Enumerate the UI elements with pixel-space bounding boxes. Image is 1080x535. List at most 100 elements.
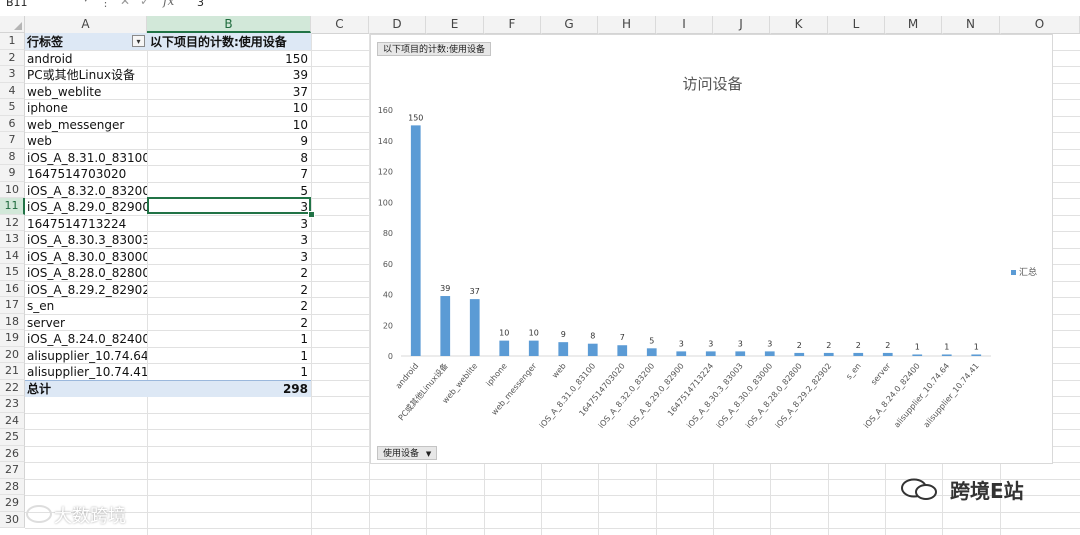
pivot-item-label[interactable]: iOS_A_8.29.2_82902	[27, 282, 147, 298]
row-header-27[interactable]: 27	[0, 462, 25, 479]
formula-input[interactable]: 3	[197, 0, 204, 9]
row-header-22[interactable]: 22	[0, 379, 25, 396]
pivot-total-label[interactable]: 总计	[27, 381, 147, 397]
pivot-item-value[interactable]: 150	[148, 51, 310, 67]
row-header-14[interactable]: 14	[0, 247, 25, 264]
chart-bar[interactable]	[676, 351, 687, 356]
column-header-e[interactable]: E	[426, 16, 484, 33]
chart-bar[interactable]	[735, 351, 746, 356]
chart-bar[interactable]	[440, 296, 451, 356]
chart-bar[interactable]	[558, 342, 569, 356]
chart-bar[interactable]	[617, 345, 628, 356]
chart-bar[interactable]	[705, 351, 716, 356]
chart-bar[interactable]	[469, 299, 480, 356]
chart-bar[interactable]	[764, 351, 775, 356]
chart-bar[interactable]	[499, 340, 510, 356]
pivot-item-value[interactable]: 2	[148, 298, 310, 314]
column-header-c[interactable]: C	[311, 16, 369, 33]
row-header-28[interactable]: 28	[0, 478, 25, 495]
pivot-item-label[interactable]: alisupplier_10.74.41	[27, 364, 147, 380]
row-header-24[interactable]: 24	[0, 412, 25, 429]
column-header-i[interactable]: I	[656, 16, 713, 33]
row-header-9[interactable]: 9	[0, 165, 25, 182]
pivot-row-label-header[interactable]: 行标签	[27, 34, 147, 50]
row-header-25[interactable]: 25	[0, 429, 25, 446]
select-all-corner[interactable]	[0, 16, 25, 33]
row-header-8[interactable]: 8	[0, 148, 25, 165]
pivot-item-value[interactable]: 1	[148, 364, 310, 380]
pivot-item-label[interactable]: iOS_A_8.30.0_83000	[27, 249, 147, 265]
pivot-item-label[interactable]: web_messenger	[27, 117, 147, 133]
column-header-k[interactable]: K	[770, 16, 828, 33]
row-header-6[interactable]: 6	[0, 115, 25, 132]
pivot-chart[interactable]: 以下项目的计数:使用设备 访问设备 0 20 40 60 80 100 120 140 160 1…	[370, 34, 1053, 464]
pivot-item-value[interactable]: 2	[148, 315, 310, 331]
pivot-item-value[interactable]: 9	[148, 133, 310, 149]
chart-bar[interactable]	[882, 352, 893, 356]
row-header-21[interactable]: 21	[0, 363, 25, 380]
pivot-item-label[interactable]: web	[27, 133, 147, 149]
pivot-item-label[interactable]: web_weblite	[27, 84, 147, 100]
column-header-a[interactable]: A	[25, 16, 147, 33]
row-header-29[interactable]: 29	[0, 495, 25, 512]
chart-axis-field-button[interactable]: 使用设备 ▼	[377, 446, 438, 460]
row-header-13[interactable]: 13	[0, 231, 25, 248]
pivot-total-value[interactable]: 298	[148, 381, 310, 397]
chevron-down-icon[interactable]: ▾	[83, 0, 88, 5]
pivot-item-label[interactable]: iOS_A_8.29.0_82900	[27, 199, 147, 215]
pivot-item-label[interactable]: PC或其他Linux设备	[27, 67, 147, 83]
chart-bar[interactable]	[912, 354, 923, 356]
pivot-item-value[interactable]: 1	[148, 348, 310, 364]
pivot-item-value[interactable]: 1	[148, 331, 310, 347]
pivot-item-label[interactable]: 1647514713224	[27, 216, 147, 232]
chart-bar[interactable]	[528, 340, 539, 356]
pivot-item-label[interactable]: s_en	[27, 298, 147, 314]
name-box[interactable]: B11 ▾	[0, 0, 92, 12]
chart-bar[interactable]	[971, 354, 982, 356]
pivot-item-value[interactable]: 10	[148, 117, 310, 133]
row-header-2[interactable]: 2	[0, 49, 25, 66]
row-header-10[interactable]: 10	[0, 181, 25, 198]
row-header-26[interactable]: 26	[0, 445, 25, 462]
column-header-g[interactable]: G	[541, 16, 598, 33]
pivot-item-value[interactable]: 2	[148, 265, 310, 281]
chart-bar[interactable]	[823, 352, 834, 356]
pivot-item-label[interactable]: server	[27, 315, 147, 331]
pivot-item-label[interactable]: iOS_A_8.24.0_82400	[27, 331, 147, 347]
fill-handle[interactable]	[308, 211, 315, 218]
column-header-m[interactable]: M	[885, 16, 942, 33]
row-header-23[interactable]: 23	[0, 396, 25, 413]
insert-function-icon[interactable]: fx	[163, 0, 174, 8]
row-header-20[interactable]: 20	[0, 346, 25, 363]
pivot-value-header[interactable]: 以下项目的计数:使用设备	[148, 34, 310, 50]
row-header-3[interactable]: 3	[0, 66, 25, 83]
pivot-item-label[interactable]: iphone	[27, 100, 147, 116]
filter-dropdown-icon[interactable]: ▾	[132, 35, 145, 47]
row-header-11[interactable]: 11	[0, 198, 25, 215]
pivot-item-value[interactable]: 39	[148, 67, 310, 83]
row-header-19[interactable]: 19	[0, 330, 25, 347]
column-header-d[interactable]: D	[369, 16, 426, 33]
column-header-h[interactable]: H	[598, 16, 656, 33]
row-header-4[interactable]: 4	[0, 82, 25, 99]
chart-bar[interactable]	[410, 125, 421, 356]
pivot-item-value[interactable]: 3	[148, 216, 310, 232]
row-header-15[interactable]: 15	[0, 264, 25, 281]
chart-bar[interactable]	[587, 343, 598, 356]
row-header-12[interactable]: 12	[0, 214, 25, 231]
row-header-18[interactable]: 18	[0, 313, 25, 330]
row-header-30[interactable]: 30	[0, 511, 25, 528]
confirm-icon[interactable]: ✓	[140, 0, 150, 8]
pivot-item-value[interactable]: 37	[148, 84, 310, 100]
pivot-item-value[interactable]: 3	[148, 249, 310, 265]
pivot-item-label[interactable]: iOS_A_8.32.0_83200	[27, 183, 147, 199]
pivot-item-label[interactable]: android	[27, 51, 147, 67]
pivot-item-value[interactable]: 7	[148, 166, 310, 182]
column-header-o[interactable]: O	[1000, 16, 1080, 33]
column-header-l[interactable]: L	[828, 16, 885, 33]
pivot-item-label[interactable]: 1647514703020	[27, 166, 147, 182]
row-header-5[interactable]: 5	[0, 99, 25, 116]
row-header-16[interactable]: 16	[0, 280, 25, 297]
column-header-n[interactable]: N	[942, 16, 1000, 33]
pivot-item-value[interactable]: 2	[148, 282, 310, 298]
